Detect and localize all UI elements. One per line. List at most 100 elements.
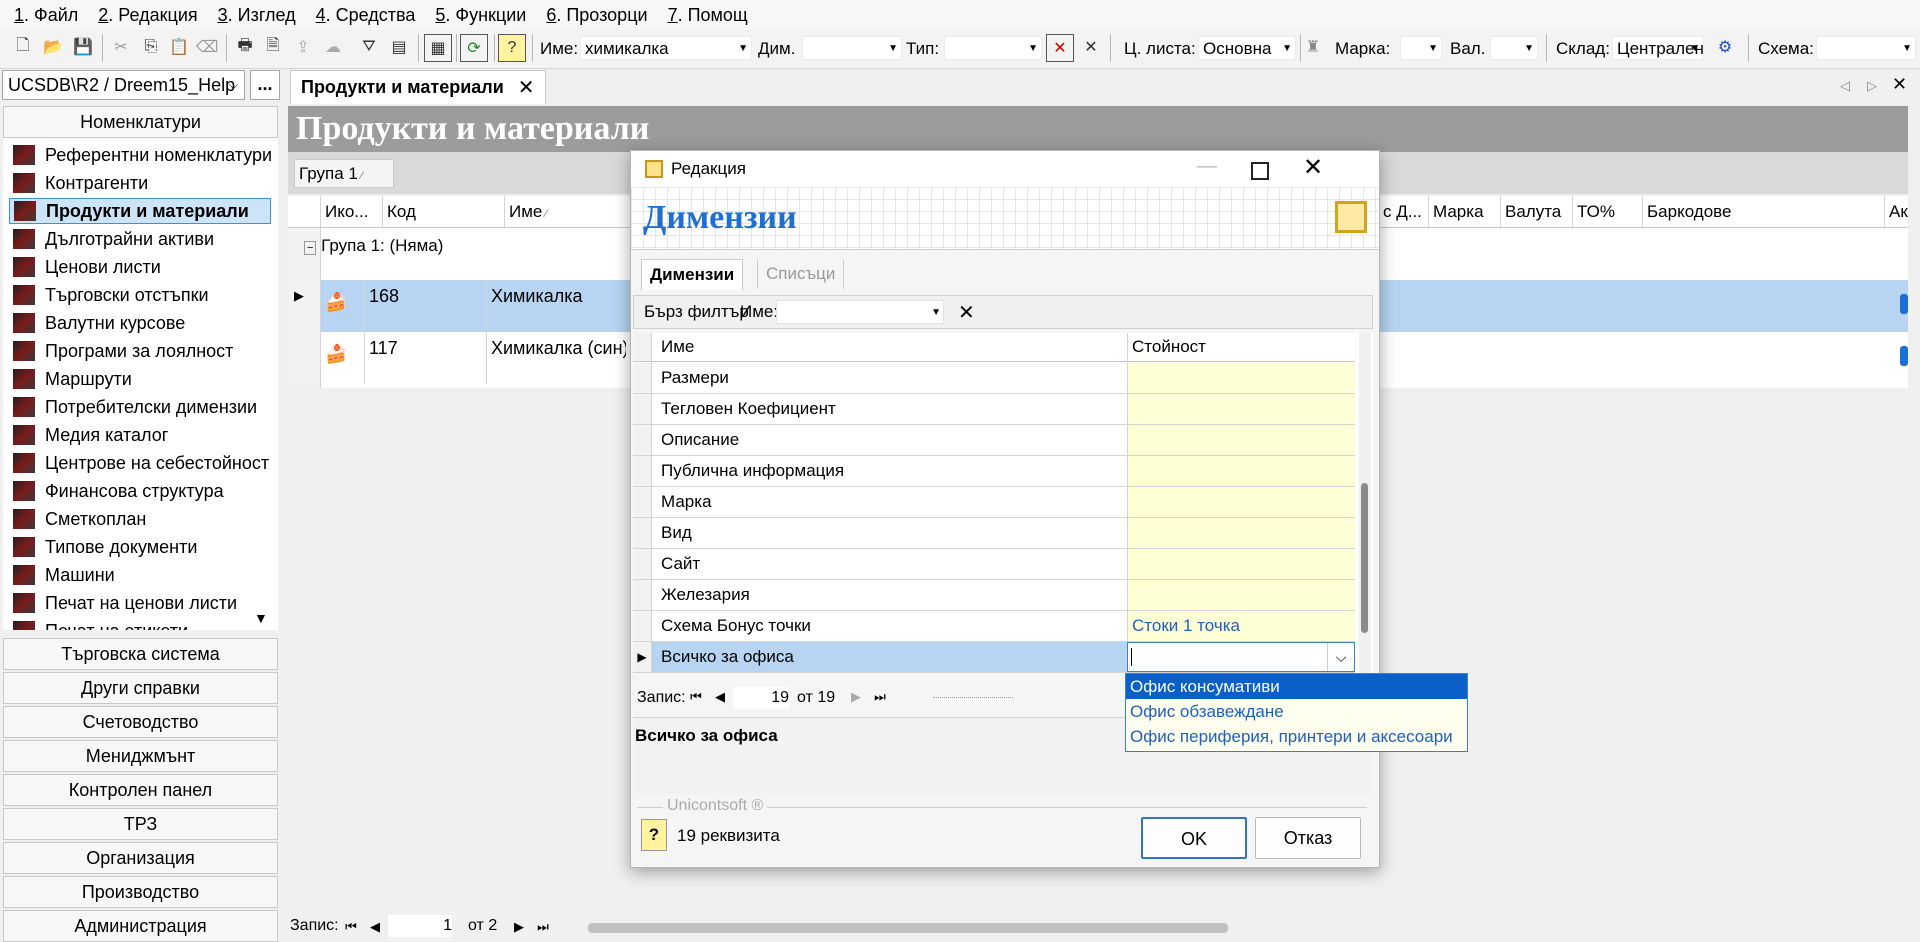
col-brand[interactable]: Марка: [1428, 196, 1500, 227]
sidebar-item[interactable]: Потребителски димензии: [9, 394, 271, 420]
dimension-row[interactable]: Тегловен Коефициент: [633, 394, 1355, 425]
dimension-value[interactable]: [1127, 363, 1355, 393]
tab-dimensions[interactable]: Димензии: [641, 259, 744, 290]
type-filter-combo[interactable]: ▼: [944, 36, 1042, 60]
sidebar-item[interactable]: Търговски отстъпки: [9, 282, 271, 308]
dimension-value[interactable]: [1127, 580, 1355, 610]
horizontal-scrollbar[interactable]: [588, 923, 1228, 933]
dimension-value[interactable]: [1127, 518, 1355, 548]
dimension-row[interactable]: Марка: [633, 487, 1355, 518]
dimension-value[interactable]: [1127, 487, 1355, 517]
scheme-combo[interactable]: ▼: [1816, 36, 1916, 60]
filter-icon[interactable]: ⛛: [356, 34, 382, 60]
dropdown-option[interactable]: Офис обзавеждане: [1126, 699, 1467, 724]
sidebar-item[interactable]: Ценови листи: [9, 254, 271, 280]
tab-scroll-right-icon[interactable]: ▷: [1867, 78, 1877, 94]
nav-section-header[interactable]: Други справки: [3, 672, 278, 704]
grid-icon[interactable]: ▦: [424, 34, 452, 62]
sidebar-item[interactable]: Програми за лоялност: [9, 338, 271, 364]
new-icon[interactable]: 🗋: [10, 34, 36, 60]
nav-section-header[interactable]: Производство: [3, 876, 278, 908]
nav-section-header[interactable]: Търговска система: [3, 638, 278, 670]
filter-name-input[interactable]: ▼: [776, 300, 944, 324]
menu-view[interactable]: 3. Изглед: [204, 5, 302, 26]
dialog-titlebar[interactable]: Редакция — ✕: [631, 151, 1379, 187]
dropdown-option[interactable]: Офис консумативи: [1126, 674, 1467, 699]
nav-section-header[interactable]: ТРЗ: [3, 808, 278, 840]
help-icon[interactable]: ?: [498, 34, 526, 62]
sidebar-item[interactable]: Контрагенти: [9, 170, 271, 196]
sidebar-item[interactable]: Печат на ценови листи: [9, 590, 271, 616]
prev-record-icon[interactable]: ◀: [366, 917, 384, 937]
scroll-thumb[interactable]: [1361, 483, 1368, 633]
sidebar-item[interactable]: Центрове на себестойност: [9, 450, 271, 476]
eraser-icon[interactable]: ⌫: [194, 34, 220, 60]
menu-help[interactable]: 7. Помощ: [654, 5, 754, 26]
dimension-row[interactable]: Размери: [633, 363, 1355, 394]
help-icon[interactable]: ?: [641, 819, 667, 851]
group-row[interactable]: − Група 1: (Няма): [304, 236, 443, 256]
close-filter-icon[interactable]: ✕: [1078, 34, 1104, 60]
menu-file[interactable]: 1. Файл: [0, 5, 84, 26]
print-preview-icon[interactable]: 🗎: [260, 34, 286, 60]
minimize-icon[interactable]: —: [1197, 155, 1217, 178]
col-active[interactable]: Акт: [1884, 196, 1908, 227]
col-icon[interactable]: Ико...: [320, 196, 382, 227]
tab-lists[interactable]: Списъци: [757, 259, 845, 289]
nav-header-nomenclatures[interactable]: Номенклатури: [3, 106, 278, 138]
menu-tools[interactable]: 4. Средства: [302, 5, 422, 26]
chevron-down-icon[interactable]: ⌵: [1327, 643, 1354, 671]
last-record-icon[interactable]: ⏭: [871, 687, 889, 707]
save-icon[interactable]: 💾: [70, 34, 96, 60]
menu-windows[interactable]: 6. Прозорци: [532, 5, 653, 26]
warehouse-settings-icon[interactable]: ⚙: [1712, 34, 1738, 60]
dimension-row[interactable]: ▶ Всичко за офиса ⌵: [633, 642, 1355, 673]
last-record-icon[interactable]: ⏭: [534, 917, 552, 937]
export-icon[interactable]: ⇪: [290, 34, 316, 60]
next-record-icon[interactable]: ▶: [847, 687, 865, 707]
dimension-row[interactable]: Схема Бонус точки Стоки 1 точка: [633, 611, 1355, 642]
dim-filter-combo[interactable]: ▼: [802, 36, 902, 60]
ok-button[interactable]: OK: [1141, 817, 1247, 859]
sidebar-item[interactable]: Дълготрайни активи: [9, 226, 271, 252]
dimension-row[interactable]: Железария: [633, 580, 1355, 611]
close-icon[interactable]: ✕: [1303, 153, 1323, 182]
sidebar-item[interactable]: Валутни курсове: [9, 310, 271, 336]
dimension-value[interactable]: [1127, 456, 1355, 486]
cancel-button[interactable]: Отказ: [1255, 817, 1361, 859]
col-code[interactable]: Код: [382, 196, 504, 227]
dimension-row[interactable]: Сайт: [633, 549, 1355, 580]
database-selector[interactable]: UCSDB\R2 / Dreem15_Help ⌵: [2, 70, 245, 100]
sidebar-item[interactable]: Медия каталог: [9, 422, 271, 448]
col-barcodes[interactable]: Баркодове: [1642, 196, 1884, 227]
sidebar-item[interactable]: Финансова структура: [9, 478, 271, 504]
first-record-icon[interactable]: ⏮: [687, 687, 705, 707]
clear-filter-icon[interactable]: ✕: [958, 300, 975, 325]
sidebar-item[interactable]: Печат на етикети: [9, 618, 271, 630]
prev-record-icon[interactable]: ◀: [711, 687, 729, 707]
refresh-icon[interactable]: ⟳: [460, 34, 488, 62]
col-currency[interactable]: Валута: [1500, 196, 1572, 227]
menu-edit[interactable]: 2. Редакция: [84, 5, 203, 26]
dimension-value[interactable]: [1127, 394, 1355, 424]
dimension-row[interactable]: Вид: [633, 518, 1355, 549]
nav-section-header[interactable]: Администрация: [3, 910, 278, 942]
group-chip[interactable]: Група 1 ⁄: [294, 159, 394, 188]
dropdown-option[interactable]: Офис периферия, принтери и аксесоари: [1126, 724, 1467, 749]
currency-combo[interactable]: ▼: [1490, 36, 1538, 60]
sidebar-item[interactable]: Сметкоплан: [9, 506, 271, 532]
pricelist-combo[interactable]: Основна ▼: [1198, 36, 1296, 60]
nav-section-header[interactable]: Мениджмънт: [3, 740, 278, 772]
name-filter-combo[interactable]: химикалка ▼: [580, 36, 752, 60]
dimension-value[interactable]: [1127, 549, 1355, 579]
dimension-value[interactable]: [1127, 425, 1355, 455]
cut-icon[interactable]: ✂: [108, 34, 134, 60]
scroll-down-icon[interactable]: ▼: [254, 610, 268, 626]
splitter-handle[interactable]: [933, 697, 1013, 702]
nav-section-header[interactable]: Счетоводство: [3, 706, 278, 738]
close-icon[interactable]: ✕: [518, 75, 535, 100]
tab-products[interactable]: Продукти и материали ✕: [290, 70, 546, 104]
next-record-icon[interactable]: ▶: [510, 917, 528, 937]
nav-section-header[interactable]: Организация: [3, 842, 278, 874]
nav-section-header[interactable]: Контролен панел: [3, 774, 278, 806]
